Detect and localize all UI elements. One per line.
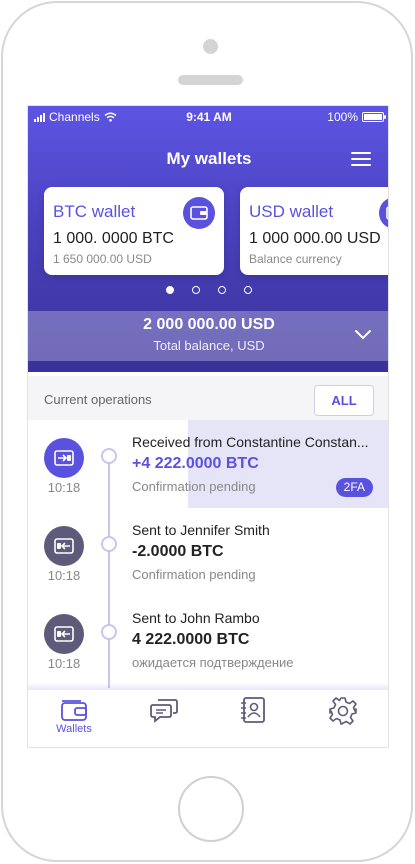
tab-wallets[interactable]: Wallets <box>44 696 104 746</box>
tab-wallets-label: Wallets <box>56 723 92 735</box>
chevron-down-icon[interactable] <box>354 328 372 340</box>
tab-settings[interactable] <box>313 696 373 746</box>
contacts-icon <box>241 697 265 723</box>
tab-chat[interactable] <box>134 696 194 746</box>
hamburger-menu-icon[interactable] <box>351 152 371 168</box>
wallet-name: USD wallet <box>249 202 334 221</box>
operation-amount: 4 222.0000 BTC <box>132 631 250 648</box>
wallet-subtitle: Balance currency <box>249 252 342 266</box>
2fa-badge[interactable]: 2FA <box>335 478 373 497</box>
operations-header: Current operations ALL <box>28 376 388 420</box>
page-title: My wallets <box>166 149 252 168</box>
wallet-icon <box>379 197 388 229</box>
send-icon <box>44 526 84 566</box>
operation-row[interactable]: 10:18 Sent to Jennifer Smith -2.0000 BTC… <box>28 508 388 596</box>
wallet-amount: 1 000. 0000 BTC <box>53 230 174 247</box>
operation-status: Confirmation pending <box>132 479 256 494</box>
all-operations-button[interactable]: ALL <box>314 385 374 416</box>
operation-title: Received from Constantine Constan... <box>132 434 369 450</box>
timeline-node <box>101 448 117 464</box>
operation-amount: +4 222.0000 BTC <box>132 455 259 472</box>
wallet-card-usd[interactable]: USD wallet 1 000 000.00 USD Balance curr… <box>240 187 388 275</box>
operation-time: 10:18 <box>47 656 81 671</box>
operation-title: Sent to John Rambo <box>132 610 260 626</box>
operations-title: Current operations <box>44 392 152 407</box>
status-bar: Channels 9:41 AM 100% <box>28 106 388 128</box>
pager-dot[interactable] <box>166 286 174 294</box>
operation-amount: -2.0000 BTC <box>132 543 224 560</box>
wallet-icon <box>61 700 87 721</box>
operation-title: Sent to Jennifer Smith <box>132 522 270 538</box>
operation-time: 10:18 <box>47 568 81 583</box>
wallet-card-btc[interactable]: BTC wallet 1 000. 0000 BTC 1 650 000.00 … <box>44 187 224 275</box>
receive-icon <box>44 438 84 478</box>
operation-status: ожидается подтверждение <box>132 655 294 670</box>
operation-time: 10:18 <box>47 480 81 495</box>
app-screen: Channels 9:41 AM 100% My wallets BTC wal… <box>27 105 389 748</box>
chat-icon <box>150 699 178 723</box>
bottom-tab-bar: Wallets <box>28 690 388 747</box>
wallet-icon <box>183 197 215 229</box>
home-button[interactable] <box>178 776 244 842</box>
wallet-amount: 1 000 000.00 USD <box>249 230 381 247</box>
total-balance-value: 2 000 000.00 USD <box>143 316 275 333</box>
timeline-node <box>101 536 117 552</box>
battery-percent: 100% <box>327 110 358 124</box>
gear-icon <box>329 697 357 725</box>
pager-dot[interactable] <box>218 286 226 294</box>
operation-row[interactable]: 10:18 Received from Constantine Constan.… <box>28 420 388 508</box>
pager-dot[interactable] <box>244 286 252 294</box>
send-icon <box>44 614 84 654</box>
earpiece-speaker <box>178 75 243 85</box>
wallet-name: BTC wallet <box>53 202 136 221</box>
timeline-node <box>101 624 117 640</box>
battery-icon <box>362 112 386 122</box>
total-balance-bar[interactable]: 2 000 000.00 USD Total balance, USD <box>28 311 388 361</box>
wallet-subtitle: 1 650 000.00 USD <box>53 252 152 266</box>
front-camera <box>203 39 218 54</box>
carousel-pager[interactable] <box>28 286 388 294</box>
operation-row[interactable]: 10:18 Sent to John Rambo 4 222.0000 BTC … <box>28 596 388 684</box>
tab-contacts[interactable] <box>223 696 283 746</box>
operation-status: Confirmation pending <box>132 567 256 582</box>
wallets-header-panel: Channels 9:41 AM 100% My wallets BTC wal… <box>28 106 388 372</box>
total-balance-label: Total balance, USD <box>153 338 265 353</box>
pager-dot[interactable] <box>192 286 200 294</box>
